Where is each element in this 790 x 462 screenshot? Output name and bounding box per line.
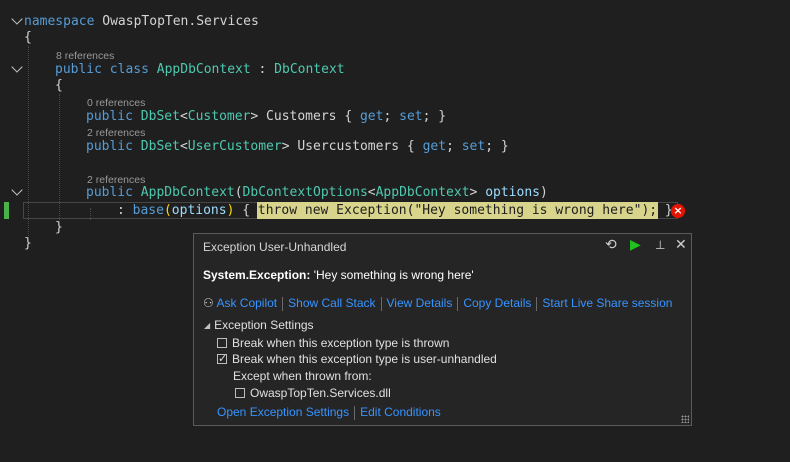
view-details-link[interactable]: View Details — [387, 296, 453, 310]
pin-icon[interactable]: ⊥ — [655, 238, 665, 252]
copy-details-link[interactable]: Copy Details — [463, 296, 531, 310]
exception-settings-header[interactable]: ◢ Exception Settings — [204, 318, 314, 332]
edit-conditions-link[interactable]: Edit Conditions — [360, 405, 441, 419]
code-line-constructor: public AppDbContext(DbContextOptions<App… — [86, 185, 548, 200]
code-line-brace: { — [24, 30, 32, 45]
break-unhandled-checkbox[interactable] — [217, 352, 227, 365]
codelens-usercustomers-references[interactable]: 2 references — [87, 127, 145, 139]
action-links: ⚇ Ask Copilot Show Call Stack View Details… — [203, 296, 672, 311]
code-line-brace: } — [55, 220, 63, 235]
error-glyph-icon[interactable]: × — [671, 204, 685, 218]
fold-chevron-namespace-icon[interactable] — [11, 13, 23, 25]
divider — [457, 296, 459, 311]
live-share-link[interactable]: Start Live Share session — [542, 296, 672, 310]
ask-copilot-link[interactable]: Ask Copilot — [216, 296, 277, 310]
code-line-brace: { — [55, 78, 63, 93]
break-unhandled-option[interactable]: Break when this exception type is user-u… — [217, 352, 497, 366]
code-line-throw: : base(options) { throw new Exception("H… — [117, 202, 673, 219]
except-when-label: Except when thrown from: — [233, 369, 372, 383]
codelens-class-references[interactable]: 8 references — [56, 50, 114, 62]
fold-chevron-constructor-icon[interactable] — [11, 184, 23, 196]
resize-grip-icon[interactable] — [681, 415, 689, 423]
divider — [536, 296, 538, 311]
close-icon[interactable]: ✕ — [675, 237, 687, 253]
collapse-triangle-icon[interactable]: ◢ — [204, 321, 210, 330]
break-thrown-option[interactable]: Break when this exception type is thrown — [217, 336, 449, 350]
history-icon[interactable]: ⟲ — [605, 237, 617, 253]
dll-checkbox[interactable] — [235, 388, 245, 398]
change-marker — [4, 202, 9, 219]
exception-helper-popup: Exception User-Unhandled ⟲ ▶ ⊥ ✕ System.… — [193, 233, 692, 426]
code-line-customers: public DbSet<Customer> Customers { get; … — [86, 109, 447, 124]
code-line-usercustomers: public DbSet<UserCustomer> Usercustomers… — [86, 139, 509, 154]
exception-message: System.Exception: 'Hey something is wron… — [203, 268, 474, 282]
copilot-icon[interactable]: ⚇ — [203, 296, 214, 310]
divider — [354, 405, 356, 420]
break-thrown-checkbox[interactable] — [217, 338, 227, 348]
code-line-brace: } — [24, 236, 32, 251]
codelens-customers-references[interactable]: 0 references — [87, 97, 145, 109]
divider — [282, 296, 284, 311]
divider — [380, 296, 382, 311]
show-call-stack-link[interactable]: Show Call Stack — [288, 296, 375, 310]
code-line-class: public class AppDbContext : DbContext — [55, 62, 345, 77]
popup-title: Exception User-Unhandled — [203, 240, 347, 254]
code-line-namespace: namespace OwaspTopTen.Services — [24, 14, 259, 29]
exception-highlight: throw new Exception("Hey something is wr… — [256, 202, 659, 219]
bottom-links: Open Exception Settings Edit Conditions — [217, 405, 441, 420]
open-exception-settings-link[interactable]: Open Exception Settings — [217, 405, 349, 419]
dll-option[interactable]: OwaspTopTen.Services.dll — [235, 386, 391, 400]
continue-icon[interactable]: ▶ — [630, 237, 641, 253]
fold-chevron-class-icon[interactable] — [11, 61, 23, 73]
